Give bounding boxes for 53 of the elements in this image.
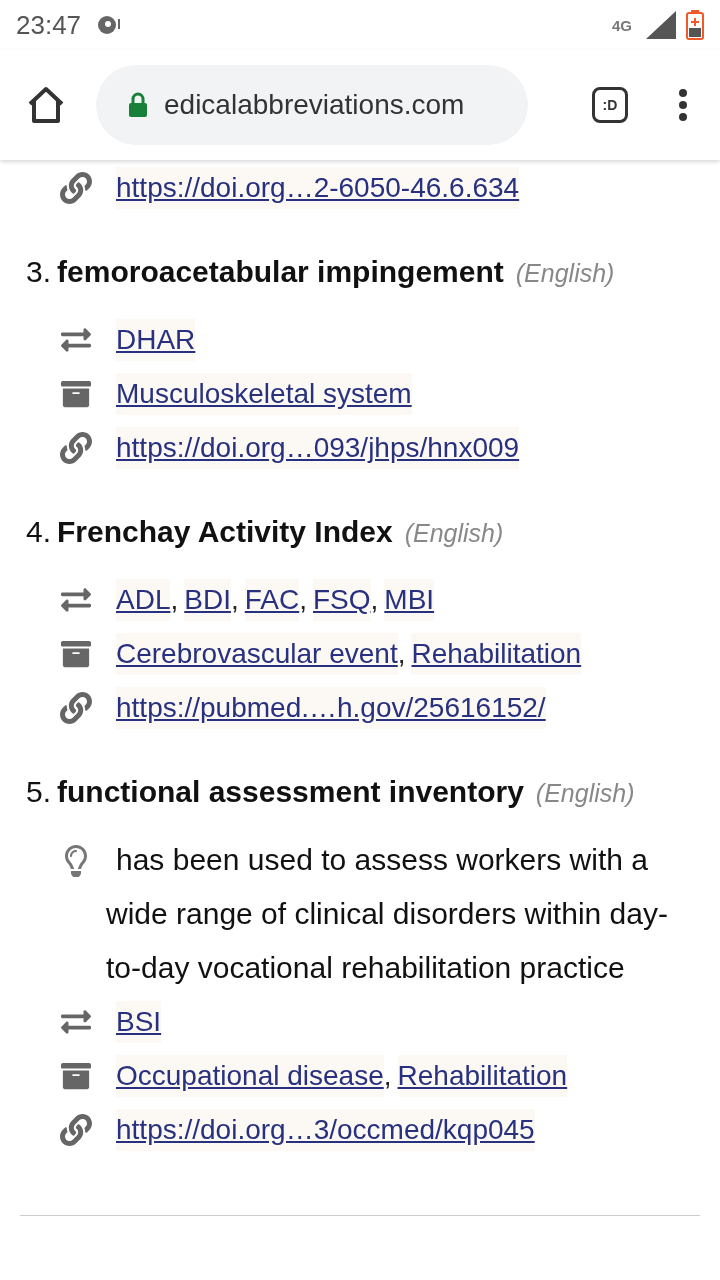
swap-arrows-icon (58, 325, 94, 355)
link-icon (58, 172, 94, 204)
link[interactable]: DHAR (116, 319, 196, 361)
battery-icon (686, 10, 704, 40)
network-type: 4G (612, 17, 632, 33)
entry-number: 3. (26, 254, 52, 290)
signal-icon (646, 11, 676, 39)
link[interactable]: BSI (116, 1001, 162, 1043)
lock-icon (128, 92, 148, 118)
link-icon (58, 432, 94, 464)
language-label: (English) (535, 778, 635, 809)
link[interactable]: FAC (244, 579, 300, 621)
swap-arrows-icon (58, 585, 94, 615)
notification-icon (95, 14, 122, 36)
link[interactable]: MBI (384, 579, 435, 621)
home-icon[interactable] (26, 86, 66, 124)
note-text: has been used to assess workers with a wide range of clinical disorders within day-to-day vocational rehabilitation practice (106, 842, 669, 986)
link[interactable]: Cerebrovascular event (116, 633, 398, 675)
separator: , (299, 583, 307, 617)
link[interactable]: Rehabilitation (411, 633, 582, 675)
separator: , (383, 1059, 392, 1093)
language-label: (English) (515, 258, 615, 289)
separator: , (170, 583, 179, 617)
entry-title: femoroacetabular impingement (57, 254, 504, 290)
url-text: edicalabbreviations.com (164, 88, 465, 122)
archive-box-icon (58, 379, 94, 409)
swap-arrows-icon (58, 1007, 94, 1037)
link[interactable]: BDI (184, 579, 231, 621)
entry-title: functional assessment inventory (57, 774, 524, 810)
entry-number: 4. (26, 514, 52, 550)
link[interactable]: Rehabilitation (397, 1055, 568, 1097)
link-icon (58, 692, 94, 724)
status-time: 23:47 (16, 8, 82, 42)
entry-title: Frenchay Activity Index (57, 514, 393, 550)
tab-switcher-button[interactable]: :D (592, 87, 628, 123)
archive-box-icon (58, 1061, 94, 1091)
archive-box-icon (58, 639, 94, 669)
separator: , (397, 637, 406, 671)
language-label: (English) (404, 518, 504, 549)
link[interactable]: https://doi.org…3/occmed/kqp045 (116, 1109, 535, 1151)
address-bar[interactable]: edicalabbreviations.com (96, 65, 528, 145)
link[interactable]: https://pubmed.…h.gov/25616152/ (116, 687, 546, 729)
link[interactable]: https://doi.org…2-6050-46.6.634 (116, 167, 520, 209)
entry-number: 5. (26, 774, 52, 810)
link[interactable]: Musculoskeletal system (116, 373, 412, 415)
menu-icon[interactable] (678, 88, 688, 122)
link[interactable]: https://doi.org…093/jhps/hnx009 (116, 427, 520, 469)
link[interactable]: ADL (116, 579, 171, 621)
separator: , (230, 583, 239, 617)
link[interactable]: Occupational disease (116, 1055, 384, 1097)
link[interactable]: FSQ (312, 579, 371, 621)
separator: , (370, 583, 379, 617)
link-icon (58, 1114, 94, 1146)
